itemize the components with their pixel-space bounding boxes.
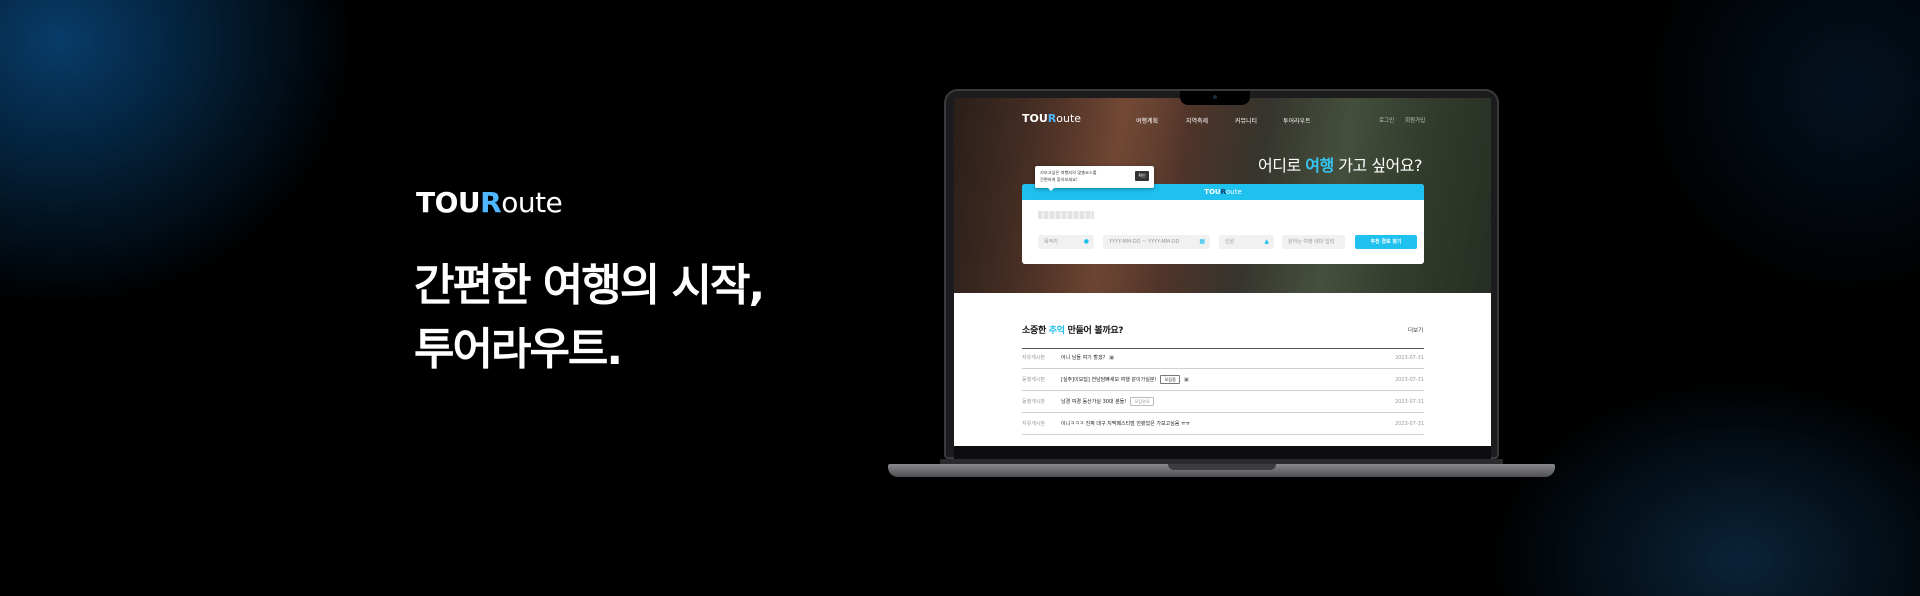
headline-line-2: 투어라우트. — [414, 324, 623, 375]
panel-logo-rest: oute — [1226, 188, 1242, 196]
signup-link[interactable]: 회원가입 — [1405, 116, 1425, 124]
nav-item-plan[interactable]: 여행계획 — [1136, 116, 1158, 125]
row-divider — [1022, 434, 1424, 435]
question-suffix: 가고 싶어요? — [1333, 156, 1422, 175]
destination-field[interactable]: 목적지 ● — [1038, 235, 1094, 249]
row-date: 2023-07-31 — [1394, 399, 1424, 405]
date-range-field[interactable]: YYYY-MM-DD ~ YYYY-MM-DD ▦ — [1103, 235, 1210, 249]
board-title-highlight: 추억 — [1048, 326, 1065, 336]
row-title: 어니 님들 여기 할겠? — [1061, 355, 1106, 361]
row-category: 동행게시판 — [1022, 399, 1046, 405]
destination-placeholder: 목적지 — [1044, 239, 1058, 245]
calendar-icon: ▦ — [1199, 238, 1205, 245]
row-divider — [1022, 412, 1424, 413]
board-row[interactable]: 자유게시판 이니ㅋㅋㅋ 진짜 대구 치맥페스티벌 안봤었은 가보고싶음 ㅠㅠ 2… — [1022, 417, 1424, 431]
hero-question: 어디로 여행 가고 싶어요? — [1258, 152, 1422, 176]
login-link[interactable]: 로그인 — [1379, 116, 1394, 124]
tooltip-line-1: 가보고싶은 여행지의 맞춤코스를 — [1040, 170, 1097, 175]
row-date: 2023-07-31 — [1394, 421, 1424, 427]
site-logo-r: R — [1047, 112, 1057, 125]
board-row[interactable]: 동행게시판 남경 여경 동산가실 30대 분들! 모집완료 2023-07-31 — [1022, 395, 1424, 409]
board-row[interactable]: 자유게시판 어니 님들 여기 할겠? ▣ 2023-07-31 — [1022, 351, 1424, 365]
loading-placeholder — [1038, 211, 1094, 219]
board-title-suffix: 만들어 볼까요? — [1064, 326, 1124, 336]
row-title: 남경 여경 동산가실 30대 분들! — [1061, 399, 1127, 405]
row-category: 자유게시판 — [1022, 355, 1046, 361]
question-highlight: 여행 — [1305, 156, 1334, 175]
row-title: [실주]이모집] 전남담빠새모 여행 같이가실분! — [1061, 377, 1157, 383]
theme-placeholder: 원하는 여행 테마 입력 — [1288, 239, 1335, 245]
pin-icon: ● — [1083, 238, 1089, 245]
nav-item-community[interactable]: 커뮤니티 — [1235, 116, 1257, 125]
row-title: 이니ㅋㅋㅋ 진짜 대구 치맥페스티벌 안봤었은 가보고싶음 ㅠㅠ — [1061, 421, 1191, 427]
row-divider — [1022, 390, 1424, 391]
row-date: 2023-07-31 — [1394, 355, 1424, 361]
people-field[interactable]: 인원 ▲ — [1219, 235, 1274, 249]
hero-logo-bold: TOU — [416, 186, 481, 219]
find-route-button[interactable]: 추천 경로 찾기 — [1355, 235, 1417, 249]
board-more-link[interactable]: 더보기 — [1408, 326, 1423, 334]
date-range-placeholder: YYYY-MM-DD ~ YYYY-MM-DD — [1109, 239, 1180, 245]
guide-tooltip: 가보고싶은 여행지의 맞춤코스를 간편하게 찾아보세요! 확인 — [1035, 166, 1154, 191]
tooltip-text: 가보고싶은 여행지의 맞춤코스를 간편하게 찾아보세요! — [1040, 169, 1130, 183]
headline-line-1: 간편한 여행의 시작, — [414, 260, 765, 311]
tooltip-tail — [1047, 187, 1055, 191]
image-icon: ▣ — [1109, 355, 1114, 361]
status-badge: 모집완료 — [1130, 397, 1154, 406]
search-panel: TOURoute 목적지 ● YYYY-MM-DD ~ YYYY-MM-DD ▦ 인… — [1022, 184, 1424, 264]
laptop-screen: TOURoute 여행계획 지역축제 커뮤니티 투어라우트 로그인 회원가입 어… — [954, 98, 1491, 446]
laptop-opening-groove — [1168, 464, 1276, 470]
tooltip-confirm-button[interactable]: 확인 — [1135, 171, 1149, 181]
hero-logo: TOURoute — [416, 186, 563, 219]
image-icon: ▣ — [1184, 377, 1189, 383]
row-category: 자유게시판 — [1022, 421, 1046, 427]
board-title-prefix: 소중한 — [1022, 326, 1049, 336]
nav-item-festival[interactable]: 지역축제 — [1186, 116, 1208, 125]
board-title: 소중한 추억 만들어 볼까요? — [1022, 323, 1124, 336]
hero-logo-r: R — [480, 186, 502, 219]
site-logo[interactable]: TOURoute — [1022, 112, 1081, 125]
row-divider — [1022, 368, 1424, 369]
tooltip-line-2: 간편하게 찾아보세요! — [1040, 177, 1078, 182]
row-date: 2023-07-31 — [1394, 377, 1424, 383]
screen-bezel-bottom — [954, 446, 1491, 459]
hero-headline: 간편한 여행의 시작, 투어라우트. — [414, 254, 765, 382]
row-category: 동행게시판 — [1022, 377, 1046, 383]
people-placeholder: 인원 — [1225, 239, 1235, 245]
site-logo-bold: TOU — [1022, 112, 1048, 125]
camera-icon — [1213, 95, 1217, 99]
board-divider — [1022, 348, 1424, 349]
panel-logo-bold: TOU — [1204, 188, 1221, 196]
site-logo-rest: oute — [1056, 112, 1082, 125]
board-row[interactable]: 동행게시판 [실주]이모집] 전남담빠새모 여행 같이가실분! 모집중 ▣ 2023… — [1022, 373, 1424, 387]
hero-logo-rest: oute — [501, 186, 563, 219]
person-icon: ▲ — [1264, 238, 1269, 245]
theme-field[interactable]: 원하는 여행 테마 입력 — [1282, 235, 1345, 249]
status-badge: 모집중 — [1160, 375, 1180, 384]
question-prefix: 어디로 — [1258, 156, 1306, 175]
nav-item-tourroute[interactable]: 투어라우트 — [1283, 116, 1311, 125]
